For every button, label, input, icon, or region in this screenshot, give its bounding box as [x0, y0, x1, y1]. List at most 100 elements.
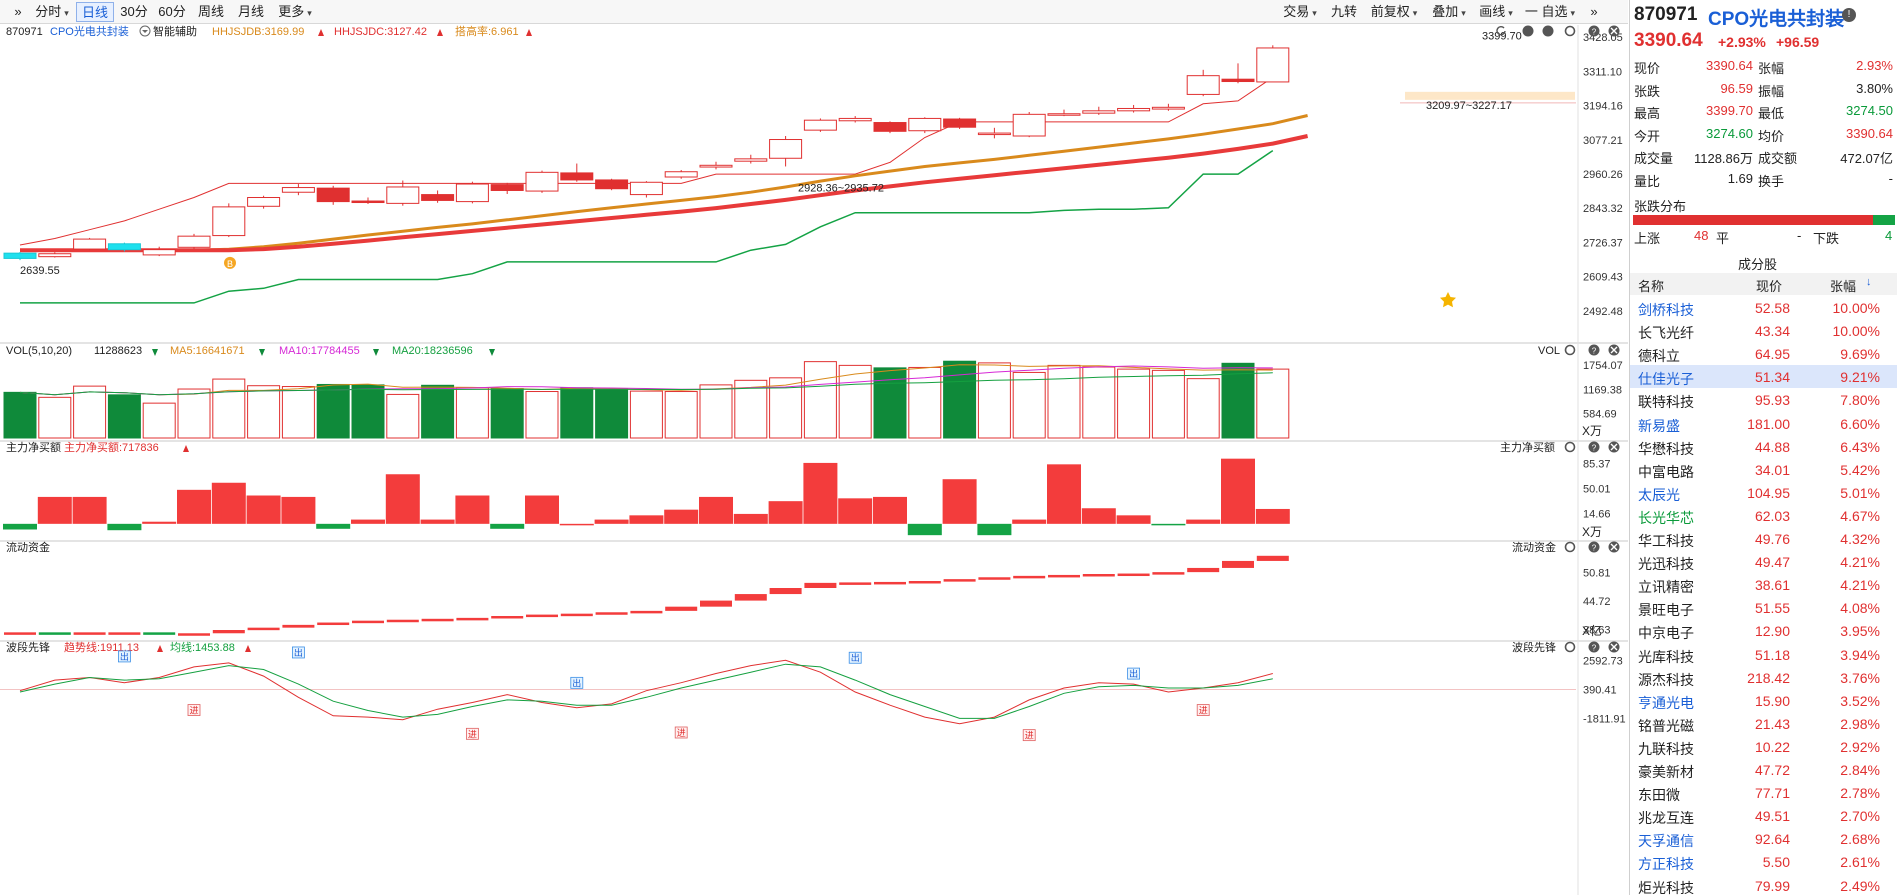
stock-name[interactable]: 太辰光 — [1638, 485, 1680, 505]
stock-name[interactable]: 长光华芯 — [1638, 508, 1694, 528]
col-name[interactable]: 名称 — [1638, 276, 1664, 295]
stock-row[interactable]: 豪美新材 47.72 2.84% — [1630, 758, 1897, 781]
stock-row[interactable]: 长飞光纤 43.34 10.00% — [1630, 319, 1897, 342]
stock-name[interactable]: 中京电子 — [1638, 623, 1694, 643]
stock-row[interactable]: 德科立 64.95 9.69% — [1630, 342, 1897, 365]
toolbar-yuexian-button[interactable]: 月线 — [232, 2, 270, 22]
stock-name[interactable]: 方正科技 — [1638, 854, 1694, 874]
stock-name[interactable]: 铭普光磁 — [1638, 716, 1694, 736]
stock-price: 181.00 — [1747, 415, 1790, 432]
toolbar-jiuzhuan-button[interactable]: 九转 — [1326, 2, 1362, 22]
stock-row[interactable]: 新易盛 181.00 6.60% — [1630, 412, 1897, 435]
toolbar-zhouxian-button[interactable]: 周线 — [192, 2, 230, 22]
index-code-label: 870971 — [6, 26, 43, 38]
stock-name[interactable]: 华懋科技 — [1638, 439, 1694, 459]
stock-row[interactable]: 景旺电子 51.55 4.08% — [1630, 596, 1897, 619]
stock-name[interactable]: 兆龙互连 — [1638, 808, 1694, 828]
toolbar-m60-button[interactable]: 60分 — [154, 2, 190, 22]
stock-name[interactable]: 中富电路 — [1638, 462, 1694, 482]
toolbar-m30-button[interactable]: 30分 — [116, 2, 152, 22]
stock-row[interactable]: 联特科技 95.93 7.80% — [1630, 388, 1897, 411]
net-tag: 主力净买额 — [1500, 440, 1555, 454]
stock-name[interactable]: 立讯精密 — [1638, 577, 1694, 597]
stock-name[interactable]: 豪美新材 — [1638, 762, 1694, 782]
stock-name[interactable]: 长飞光纤 — [1638, 323, 1694, 343]
toolbar-jiaoyi-button[interactable]: 交易 ▾ — [1278, 2, 1322, 22]
net-value: 主力净买额:717836 — [64, 440, 159, 454]
stock-name[interactable]: 仕佳光子 — [1638, 369, 1694, 389]
quote-value: 3390.64 — [1706, 58, 1753, 73]
volume-bar — [247, 385, 281, 439]
stock-row[interactable]: 炬光科技 79.99 2.49% — [1630, 874, 1897, 895]
net-buy-bar — [490, 523, 525, 529]
dropdown-arrow-icon: ▾ — [64, 8, 69, 18]
stock-name[interactable]: 华工科技 — [1638, 531, 1694, 551]
stock-name[interactable]: 天孚通信 — [1638, 831, 1694, 851]
high-annotation: 3399.70 — [1482, 30, 1522, 42]
main-gear-icon — [1564, 25, 1576, 37]
toolbar-qianfuquan-button[interactable]: 前复权 ▾ — [1366, 2, 1422, 22]
stock-row[interactable]: 太辰光 104.95 5.01% — [1630, 481, 1897, 504]
stock-name[interactable]: 剑桥科技 — [1638, 300, 1694, 320]
low-annotation: 2639.55 — [20, 265, 60, 277]
stock-name[interactable]: 源杰科技 — [1638, 670, 1694, 690]
stock-row[interactable]: 华工科技 49.76 4.32% — [1630, 527, 1897, 550]
candle-body — [38, 253, 72, 258]
stock-pct: 5.01% — [1840, 484, 1880, 501]
stock-name[interactable]: 光库科技 — [1638, 647, 1694, 667]
toolbar-collapse-button[interactable]: » — [8, 2, 28, 22]
stock-name[interactable]: 炬光科技 — [1638, 878, 1694, 895]
stock-row[interactable]: 立讯精密 38.61 4.21% — [1630, 573, 1897, 596]
stock-row[interactable]: 仕佳光子 51.34 9.21% — [1630, 365, 1897, 389]
toolbar-rixian-button[interactable]: 日线 — [76, 2, 114, 22]
stock-pct: 2.61% — [1840, 854, 1880, 871]
stock-row[interactable]: 中京电子 12.90 3.95% — [1630, 619, 1897, 642]
stock-name[interactable]: 新易盛 — [1638, 416, 1680, 436]
volume-bar — [1012, 371, 1046, 439]
toolbar-expand-button[interactable]: » — [1584, 2, 1604, 22]
stock-row[interactable]: 兆龙互连 49.51 2.70% — [1630, 804, 1897, 827]
stock-row[interactable]: 光库科技 51.18 3.94% — [1630, 643, 1897, 666]
sort-desc-icon[interactable]: ↓ — [1866, 276, 1872, 288]
stock-row[interactable]: 中富电路 34.01 5.42% — [1630, 458, 1897, 481]
vol-y-label: 1169.38 — [1583, 384, 1622, 396]
toolbar-diejia-button[interactable]: 叠加 ▾ — [1426, 2, 1472, 22]
stock-row[interactable]: 光迅科技 49.47 4.21% — [1630, 550, 1897, 573]
candle-body — [1012, 113, 1046, 137]
stock-row[interactable]: 亨通光电 15.90 3.52% — [1630, 689, 1897, 712]
net-buy-bar — [3, 523, 37, 530]
stock-name[interactable]: 亨通光电 — [1638, 693, 1694, 713]
stock-row[interactable]: 源杰科技 218.42 3.76% — [1630, 666, 1897, 689]
toolbar-fenshi-button[interactable]: 分时 ▾ — [30, 2, 74, 22]
toolbar-huaxian-button[interactable]: 画线 ▾ — [1476, 2, 1516, 22]
stock-name[interactable]: 联特科技 — [1638, 392, 1694, 412]
stock-row[interactable]: 长光华芯 62.03 4.67% — [1630, 504, 1897, 527]
stock-name[interactable]: 光迅科技 — [1638, 554, 1694, 574]
col-pct[interactable]: 张幅 — [1830, 276, 1856, 295]
stock-name[interactable]: 九联科技 — [1638, 739, 1694, 759]
col-price[interactable]: 现价 — [1756, 276, 1782, 295]
stock-name[interactable]: 德科立 — [1638, 346, 1680, 366]
kline-chart[interactable]: 870971 CPO光电共封装 智能辅助 HHJSJDB:3169.99 HHJSJDC… — [0, 25, 1628, 895]
stock-row[interactable]: 天孚通信 92.64 2.68% — [1630, 827, 1897, 850]
stock-row[interactable]: 剑桥科技 52.58 10.00% — [1630, 296, 1897, 319]
toolbar-more-button[interactable]: 更多 ▾ — [272, 2, 318, 22]
stock-row[interactable]: 东田微 77.71 2.78% — [1630, 781, 1897, 804]
y-axis-label: 2843.32 — [1583, 203, 1623, 215]
stock-pct: 4.21% — [1840, 577, 1880, 594]
stock-row[interactable]: 方正科技 5.50 2.61% — [1630, 850, 1897, 873]
candle-body — [838, 117, 872, 122]
info-icon[interactable]: ! — [1842, 8, 1856, 22]
stock-row[interactable]: 九联科技 10.22 2.92% — [1630, 735, 1897, 758]
stock-name[interactable]: 东田微 — [1638, 785, 1680, 805]
net-unit: X万 — [1582, 525, 1602, 539]
stock-name[interactable]: 景旺电子 — [1638, 600, 1694, 620]
stock-row[interactable]: 铭普光磁 21.43 2.98% — [1630, 712, 1897, 735]
flow-bar — [1152, 572, 1185, 575]
quote-value: 3.80% — [1856, 80, 1893, 96]
wave-gear-icon — [1564, 641, 1576, 653]
index-name[interactable]: CPO光电共封装 — [1708, 4, 1844, 31]
vol-ma20: MA20:18236596 — [392, 345, 473, 357]
stock-row[interactable]: 华懋科技 44.88 6.43% — [1630, 435, 1897, 458]
toolbar-zixuan-button[interactable]: 一 自选 ▾ — [1520, 2, 1580, 22]
